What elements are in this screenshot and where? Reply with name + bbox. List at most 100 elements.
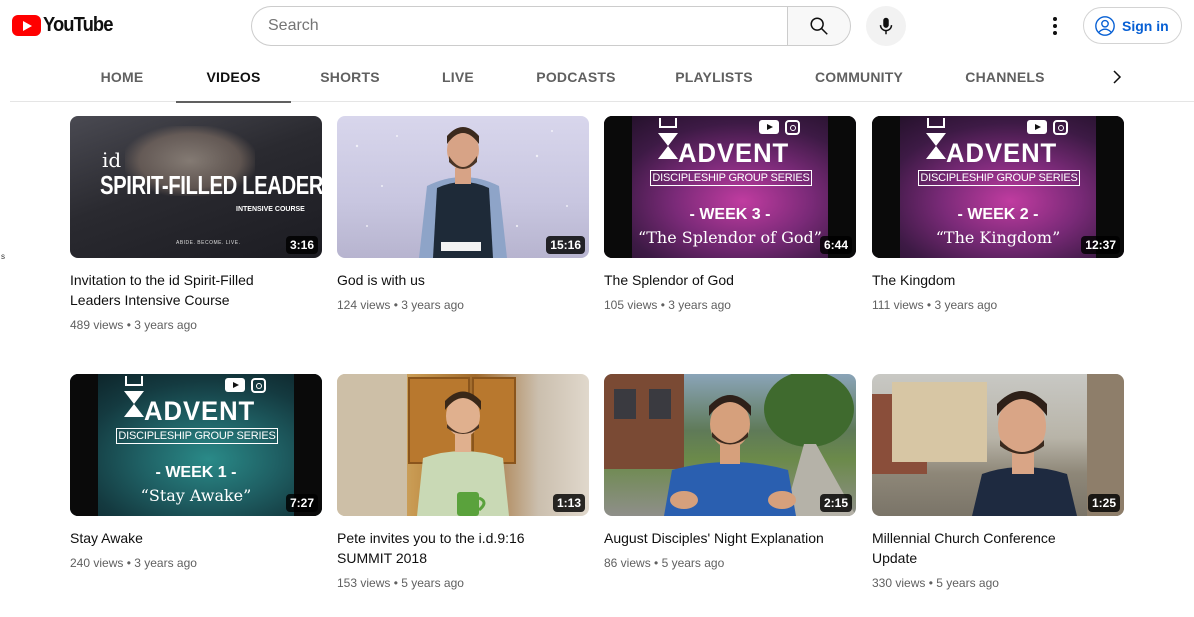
view-count: 153 views <box>337 576 391 590</box>
youtube-icon <box>759 120 779 134</box>
instagram-icon <box>1053 120 1068 135</box>
video-thumbnail[interactable]: 2:15 <box>604 374 856 516</box>
video-thumbnail[interactable]: ADVENT DISCIPLESHIP GROUP SERIES - WEEK … <box>872 116 1124 258</box>
upload-age: 3 years ago <box>934 298 998 312</box>
duration-badge: 2:15 <box>819 494 852 512</box>
video-card[interactable]: 1:25 Millennial Church Conference Update… <box>872 374 1124 592</box>
video-metadata: 489 views • 3 years ago <box>70 318 197 332</box>
presenter-figure <box>872 374 1124 516</box>
duration-badge: 12:37 <box>1081 236 1120 254</box>
hourglass-icon <box>658 133 678 159</box>
video-card[interactable]: id SPIRIT-FILLED LEADERS INTENSIVE COURS… <box>70 116 322 334</box>
presenter-figure <box>604 374 856 516</box>
view-count: 86 views <box>604 556 651 570</box>
tab-community[interactable]: COMMUNITY <box>810 52 908 102</box>
edge-fragment: s <box>1 252 5 261</box>
crown-icon <box>927 118 945 128</box>
video-thumbnail[interactable]: id SPIRIT-FILLED LEADERS INTENSIVE COURS… <box>70 116 322 258</box>
duration-badge: 15:16 <box>546 236 585 254</box>
crown-icon <box>125 376 143 386</box>
video-title[interactable]: God is with us <box>337 270 567 290</box>
duration-badge: 1:25 <box>1087 494 1120 512</box>
thumbnail-text: id <box>102 148 122 172</box>
tab-shorts[interactable]: SHORTS <box>314 52 386 102</box>
view-count: 330 views <box>872 576 926 590</box>
thumbnail-text: “The Splendor of God” <box>638 228 822 247</box>
video-card[interactable]: 15:16 God is with us 124 views • 3 years… <box>337 116 589 314</box>
video-metadata: 111 views • 3 years ago <box>872 298 998 312</box>
instagram-icon <box>785 120 800 135</box>
tab-home[interactable]: HOME <box>90 52 154 102</box>
settings-menu-button[interactable] <box>1040 8 1070 44</box>
hourglass-icon <box>926 133 946 159</box>
view-count: 489 views <box>70 318 124 332</box>
video-card[interactable]: ADVENT DISCIPLESHIP GROUP SERIES - WEEK … <box>604 116 856 314</box>
duration-badge: 7:27 <box>285 494 318 512</box>
video-card[interactable]: ADVENT DISCIPLESHIP GROUP SERIES - WEEK … <box>70 374 322 572</box>
video-card[interactable]: 1:13 Pete invites you to the i.d.9:16 SU… <box>337 374 589 592</box>
view-count: 124 views <box>337 298 391 312</box>
view-count: 240 views <box>70 556 124 570</box>
thumbnail-text: DISCIPLESHIP GROUP SERIES <box>650 170 812 186</box>
video-title[interactable]: Stay Awake <box>70 528 300 548</box>
video-title[interactable]: August Disciples' Night Explanation <box>604 528 834 548</box>
youtube-icon <box>225 378 245 392</box>
video-thumbnail[interactable]: ADVENT DISCIPLESHIP GROUP SERIES - WEEK … <box>70 374 322 516</box>
video-thumbnail[interactable]: 1:13 <box>337 374 589 516</box>
voice-search-button[interactable] <box>866 6 906 46</box>
upload-age: 3 years ago <box>401 298 464 312</box>
thumbnail-text: ADVENT <box>144 396 256 426</box>
upload-age: 3 years ago <box>668 298 731 312</box>
search-icon <box>810 17 828 35</box>
thumbnail-text: - WEEK 1 - <box>155 464 237 481</box>
thumbnail-text: ABIDE. BECOME. LIVE. <box>176 240 241 246</box>
video-metadata: 86 views • 5 years ago <box>604 556 725 570</box>
duration-badge: 3:16 <box>285 236 318 254</box>
social-icons <box>1027 120 1068 136</box>
video-thumbnail[interactable]: 1:25 <box>872 374 1124 516</box>
tab-playlists[interactable]: PLAYLISTS <box>670 52 758 102</box>
microphone-icon <box>879 17 893 35</box>
tabs-scroll-right-button[interactable] <box>1100 60 1134 94</box>
duration-badge: 6:44 <box>819 236 852 254</box>
video-title[interactable]: The Splendor of God <box>604 270 834 290</box>
video-thumbnail[interactable]: ADVENT DISCIPLESHIP GROUP SERIES - WEEK … <box>604 116 856 258</box>
hourglass-icon <box>124 391 144 417</box>
upload-age: 5 years ago <box>661 556 725 570</box>
search-button[interactable] <box>787 6 851 46</box>
tab-videos[interactable]: VIDEOS <box>176 52 291 103</box>
view-count: 105 views <box>604 298 658 312</box>
search-input[interactable] <box>268 17 788 35</box>
video-title[interactable]: The Kingdom <box>872 270 1102 290</box>
tab-live[interactable]: LIVE <box>435 52 481 102</box>
tab-channels[interactable]: CHANNELS <box>960 52 1050 102</box>
video-card[interactable]: 2:15 August Disciples' Night Explanation… <box>604 374 856 572</box>
search-box[interactable] <box>251 6 788 46</box>
video-metadata: 124 views • 3 years ago <box>337 298 464 312</box>
thumbnail-text: “Stay Awake” <box>140 486 252 505</box>
thumbnail-text: ADVENT <box>678 138 790 168</box>
more-vertical-icon <box>1053 17 1057 35</box>
tab-podcasts[interactable]: PODCASTS <box>531 52 621 102</box>
video-title[interactable]: Invitation to the id Spirit-Filled Leade… <box>70 270 300 310</box>
video-metadata: 330 views • 5 years ago <box>872 576 999 590</box>
video-card[interactable]: ADVENT DISCIPLESHIP GROUP SERIES - WEEK … <box>872 116 1124 314</box>
social-icons <box>225 378 266 394</box>
sign-in-button[interactable]: Sign in <box>1083 7 1182 44</box>
video-title[interactable]: Millennial Church Conference Update <box>872 528 1102 568</box>
upload-age: 3 years ago <box>134 556 197 570</box>
sign-in-label: Sign in <box>1122 17 1169 34</box>
duration-badge: 1:13 <box>552 494 585 512</box>
upload-age: 3 years ago <box>134 318 197 332</box>
thumbnail-text: - WEEK 3 - <box>689 206 771 223</box>
youtube-icon <box>1027 120 1047 134</box>
thumbnail-text: SPIRIT-FILLED LEADERS <box>100 170 322 200</box>
youtube-logo[interactable]: YouTube <box>12 14 119 37</box>
presenter-figure <box>337 374 516 516</box>
video-title[interactable]: Pete invites you to the i.d.9:16 SUMMIT … <box>337 528 567 568</box>
video-thumbnail[interactable]: 15:16 <box>337 116 589 258</box>
account-circle-icon <box>1095 15 1115 36</box>
crown-icon <box>659 118 677 128</box>
social-icons <box>759 120 800 136</box>
video-metadata: 240 views • 3 years ago <box>70 556 197 570</box>
